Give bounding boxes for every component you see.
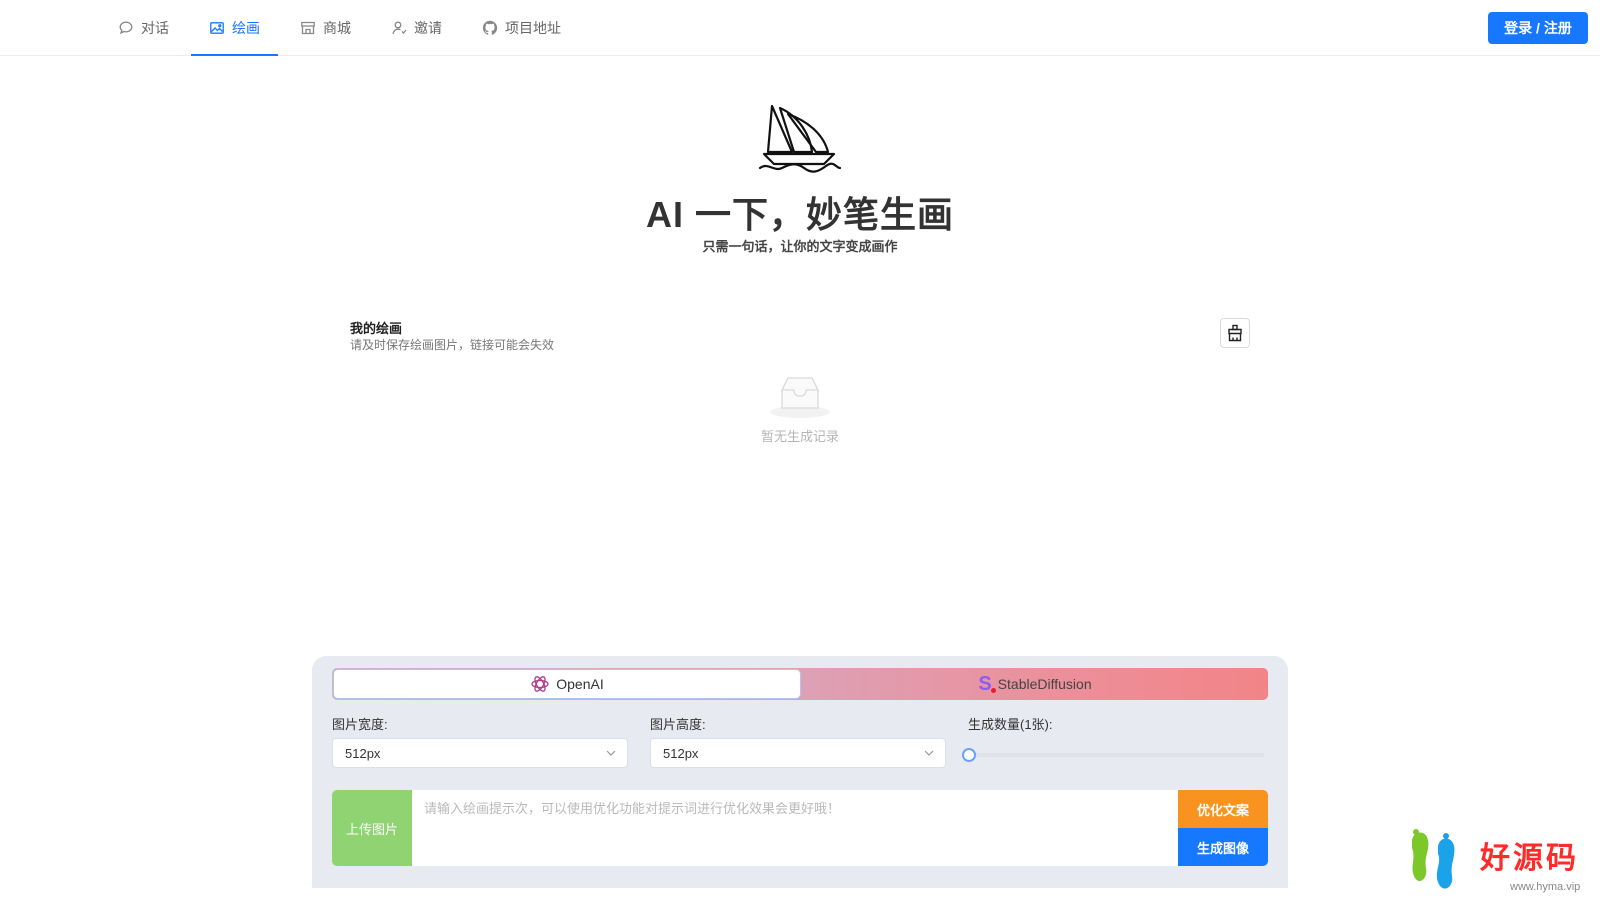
model-label: StableDiffusion <box>997 676 1092 692</box>
empty-inbox-icon <box>770 377 830 418</box>
count-slider-handle[interactable] <box>962 748 976 762</box>
generate-image-button[interactable]: 生成图像 <box>1178 828 1268 866</box>
optimize-prompt-button[interactable]: 优化文案 <box>1178 790 1268 828</box>
nav-item-label: 项目地址 <box>505 19 561 36</box>
height-label: 图片高度: <box>650 717 706 732</box>
watermark-text: 好源码 <box>1480 841 1579 876</box>
clear-records-button[interactable] <box>1220 318 1250 348</box>
width-select[interactable]: 512px <box>332 738 628 768</box>
count-slider-track[interactable] <box>968 753 1264 757</box>
prompt-input[interactable] <box>412 790 1178 866</box>
chevron-down-icon <box>606 750 616 756</box>
login-register-button[interactable]: 登录 / 注册 <box>1488 12 1588 44</box>
upload-image-button[interactable]: 上传图片 <box>332 790 412 866</box>
nav-item-label: 商城 <box>323 19 351 36</box>
height-select[interactable]: 512px <box>650 738 946 768</box>
nav-item-label: 邀请 <box>414 19 442 36</box>
width-select-value: 512px <box>345 745 381 761</box>
watermark-url: www.hyma.vip <box>1510 881 1581 893</box>
sailboat-icon <box>758 104 842 173</box>
stable-diffusion-icon: S <box>978 673 997 695</box>
watermark-logo-icon <box>1412 829 1455 889</box>
nav-item-label: 绘画 <box>232 19 260 36</box>
model-label: OpenAI <box>556 676 604 692</box>
nav-item-invite[interactable]: 邀请 <box>373 0 460 55</box>
nav-item-chat[interactable]: 对话 <box>100 0 187 55</box>
model-option-stable-diffusion[interactable]: S StableDiffusion <box>802 668 1268 700</box>
chat-icon <box>119 21 133 34</box>
model-switch: OpenAI S StableDiffusion <box>332 668 1268 700</box>
nav-item-label: 对话 <box>141 19 169 36</box>
nav-item-project[interactable]: 项目地址 <box>464 0 579 55</box>
github-icon <box>482 20 498 35</box>
invite-icon <box>392 21 407 34</box>
hero-subtitle: 只需一句话，让你的文字变成画作 <box>702 239 898 254</box>
top-navigation-bar: 对话 绘画 商城 邀请 项目地址 登录 / 注册 <box>0 0 1600 56</box>
broom-icon <box>1228 324 1242 342</box>
chevron-down-icon <box>924 750 934 756</box>
store-icon <box>301 21 315 34</box>
height-select-value: 512px <box>663 745 699 761</box>
nav-item-draw[interactable]: 绘画 <box>191 0 278 56</box>
prompt-row: 上传图片 优化文案 生成图像 <box>332 790 1268 866</box>
model-option-openai[interactable]: OpenAI <box>334 670 800 698</box>
count-label: 生成数量(1张): <box>968 717 1053 732</box>
generator-panel: OpenAI S StableDiffusion 图片宽度: 512px 图片高… <box>312 656 1288 888</box>
my-drawings-title: 我的绘画 <box>350 321 403 336</box>
main-nav: 对话 绘画 商城 邀请 项目地址 <box>100 0 583 56</box>
nav-item-store[interactable]: 商城 <box>282 0 369 55</box>
openai-icon <box>531 676 549 692</box>
empty-records-text: 暂无生成记录 <box>760 429 839 444</box>
image-icon <box>210 21 224 34</box>
my-drawings-note: 请及时保存绘画图片，链接可能会失效 <box>350 338 555 352</box>
width-label: 图片宽度: <box>332 717 388 732</box>
hero-title: AI 一下，妙笔生画 <box>645 194 954 235</box>
